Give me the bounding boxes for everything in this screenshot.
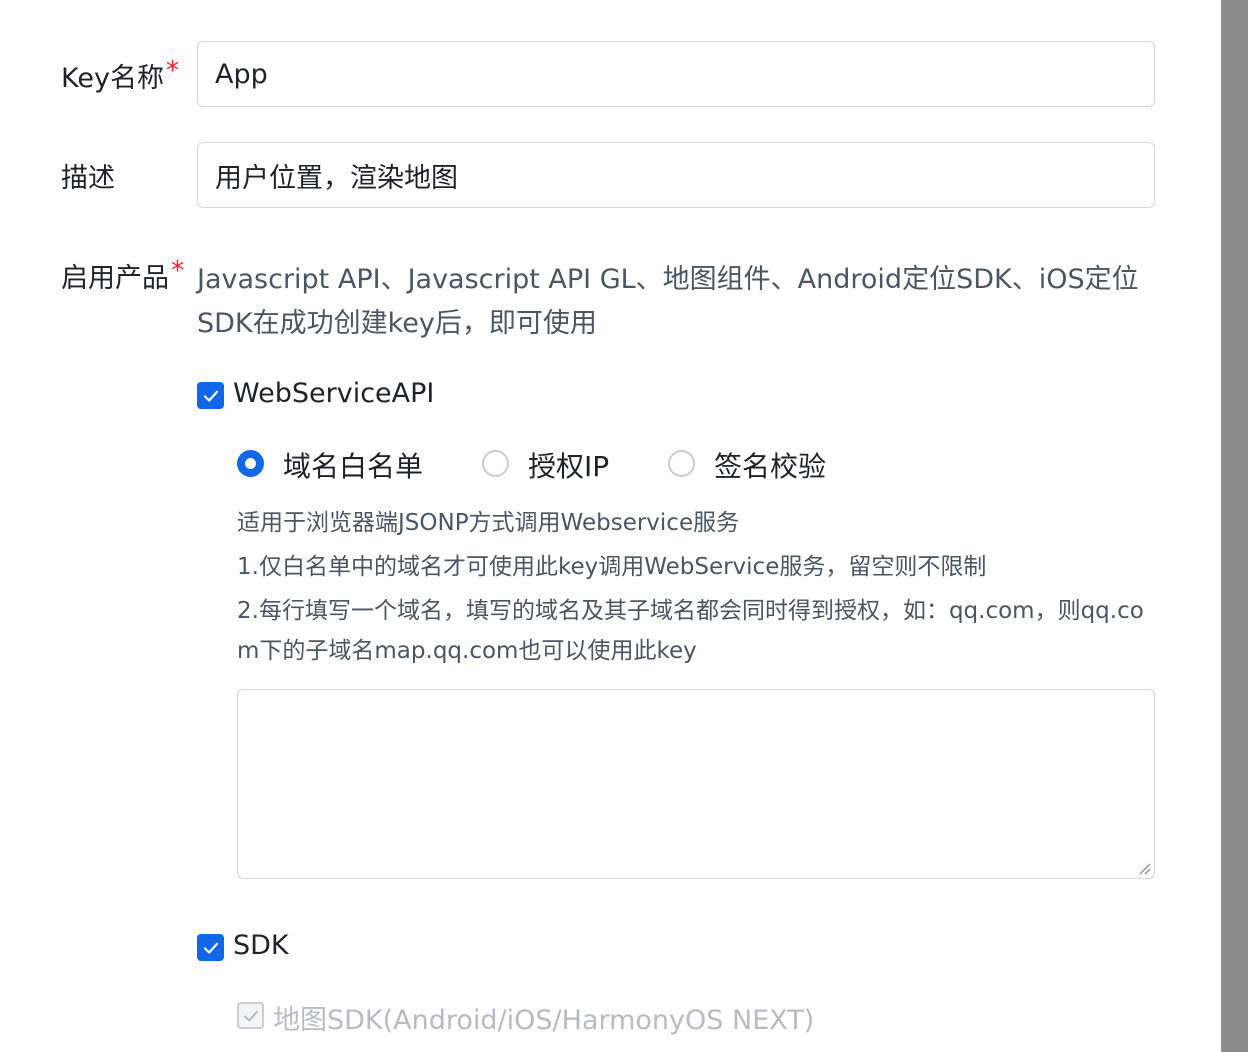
help-line-1: 适用于浏览器端JSONP方式调用Webservice服务 xyxy=(237,510,740,536)
radio-authorized-ip-label[interactable]: 授权IP xyxy=(528,445,609,485)
required-mark: * xyxy=(171,256,184,286)
description-label: 描述 xyxy=(61,156,115,195)
radio-authorized-ip[interactable] xyxy=(482,450,509,477)
resize-handle-icon[interactable] xyxy=(1137,861,1151,875)
check-icon xyxy=(203,942,218,954)
check-icon xyxy=(243,1010,258,1021)
radio-signature-check-label[interactable]: 签名校验 xyxy=(714,445,826,485)
check-icon xyxy=(203,390,218,402)
products-label-text: 启用产品 xyxy=(61,263,169,294)
help-line-3: 2.每行填写一个域名，填写的域名及其子域名都会同时得到授权，如：qq.com，则… xyxy=(237,598,1144,664)
webservice-checkbox-label[interactable]: WebServiceAPI xyxy=(233,378,434,409)
key-name-label: Key名称* xyxy=(61,56,179,95)
map-sdk-checkbox-label: 地图SDK(Android/iOS/HarmonyOS NEXT) xyxy=(273,1005,815,1036)
webservice-checkbox[interactable] xyxy=(197,382,224,409)
sdk-checkbox[interactable] xyxy=(197,934,224,961)
key-name-input[interactable] xyxy=(197,41,1155,107)
radio-signature-check[interactable] xyxy=(668,450,695,477)
scrollbar[interactable] xyxy=(1221,0,1248,1052)
products-label: 启用产品* xyxy=(61,256,184,295)
radio-domain-whitelist-label[interactable]: 域名白名单 xyxy=(283,445,423,485)
description-label-text: 描述 xyxy=(61,163,115,194)
products-note: Javascript API、Javascript API GL、地图组件、An… xyxy=(197,264,1139,339)
required-mark: * xyxy=(165,56,179,86)
key-name-label-text: Key名称 xyxy=(61,63,164,94)
help-line-2: 1.仅白名单中的域名才可使用此key调用WebService服务，留空则不限制 xyxy=(237,554,987,580)
map-sdk-checkbox[interactable] xyxy=(237,1002,264,1029)
domain-whitelist-textarea[interactable] xyxy=(237,689,1155,879)
sdk-checkbox-label[interactable]: SDK xyxy=(233,930,289,961)
radio-domain-whitelist[interactable] xyxy=(237,450,264,477)
description-input[interactable] xyxy=(197,142,1155,208)
